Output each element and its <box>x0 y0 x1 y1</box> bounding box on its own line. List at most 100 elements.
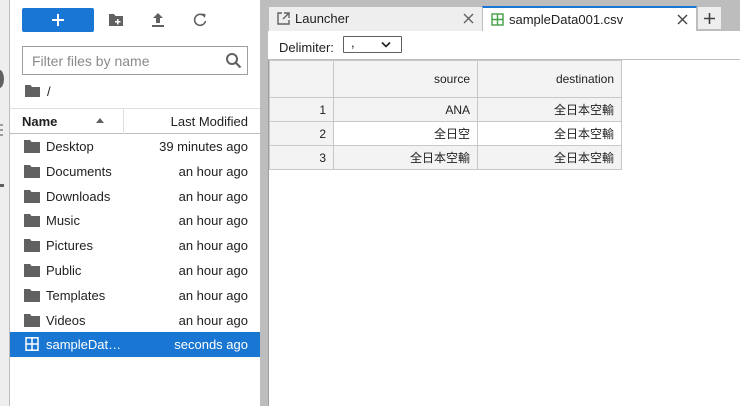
file-browser-panel: / Name Last Modified Desktop 39 minutes a… <box>10 0 260 406</box>
corner-header-cell[interactable] <box>269 60 334 98</box>
table-cell[interactable]: 全日空 <box>333 121 478 146</box>
row-header-cell[interactable]: 1 <box>269 97 334 122</box>
file-list-item[interactable]: Documents an hour ago <box>10 159 260 184</box>
file-modified: an hour ago <box>178 188 248 204</box>
table-cell[interactable]: 全日本空輸 <box>477 145 622 170</box>
file-name: Desktop <box>46 139 94 154</box>
file-name: Documents <box>46 163 112 179</box>
refresh-icon <box>193 13 207 27</box>
main-dock-area: Launcher sampleData001.csv Delimiter: , <box>268 0 740 406</box>
table-cell[interactable]: ANA <box>333 97 478 122</box>
tab-sampledata-csv[interactable]: sampleData001.csv <box>482 6 697 32</box>
tab-launcher[interactable]: Launcher <box>268 6 483 31</box>
file-modified: 39 minutes ago <box>159 139 248 154</box>
extension-icon[interactable] <box>0 184 4 187</box>
file-list-item[interactable]: Desktop 39 minutes ago <box>10 134 260 159</box>
table-row: 1 ANA 全日本空輸 <box>269 97 622 122</box>
delimiter-value: , <box>351 35 355 50</box>
file-modified: an hour ago <box>178 312 248 328</box>
file-list-item[interactable]: sampleDat… seconds ago <box>10 332 260 358</box>
file-name: Videos <box>46 312 86 328</box>
header-row: source destination <box>269 60 622 98</box>
file-list: Desktop 39 minutes ago Documents an hour ag… <box>10 134 260 358</box>
file-list-item[interactable]: Videos an hour ago <box>10 308 260 333</box>
file-filter-input[interactable] <box>32 52 222 70</box>
activity-bar-tick <box>0 134 3 136</box>
refresh-button[interactable] <box>190 10 210 30</box>
activity-bar-tick <box>0 129 3 131</box>
row-header-cell[interactable]: 2 <box>269 121 334 146</box>
launcher-icon <box>277 12 290 25</box>
file-name: Templates <box>46 287 106 303</box>
breadcrumb: / <box>25 82 51 100</box>
running-sessions-icon[interactable] <box>0 70 4 88</box>
new-folder-button[interactable] <box>106 10 126 30</box>
file-list-item[interactable]: Templates an hour ago <box>10 283 260 308</box>
csv-grid: source destination 1 ANA 全日本空輸 2 全日空 全日本空輸 3 全日… <box>268 60 740 406</box>
folder-icon <box>24 214 40 228</box>
file-name: Music <box>46 213 80 229</box>
folder-icon <box>24 189 40 203</box>
new-folder-icon <box>109 14 123 26</box>
upload-button[interactable] <box>148 10 168 30</box>
file-list-item[interactable]: Public an hour ago <box>10 258 260 283</box>
file-list-item[interactable]: Music an hour ago <box>10 208 260 233</box>
search-icon <box>226 53 242 69</box>
activity-bar-tick <box>0 124 3 126</box>
column-header-last-modified[interactable]: Last Modified <box>171 114 248 129</box>
column-header-name[interactable]: Name <box>22 114 57 129</box>
column-divider <box>123 109 124 134</box>
file-modified: an hour ago <box>178 262 248 278</box>
file-filter-field <box>22 46 248 75</box>
csv-table: source destination 1 ANA 全日本空輸 2 全日空 全日本空輸 3 全日… <box>269 60 622 170</box>
delimiter-label: Delimiter: <box>279 40 334 55</box>
column-header-destination[interactable]: destination <box>477 60 622 98</box>
folder-icon <box>24 239 40 253</box>
file-modified: an hour ago <box>178 238 248 254</box>
file-name: Pictures <box>46 238 93 254</box>
file-modified: an hour ago <box>178 163 248 179</box>
activity-bar <box>0 0 10 406</box>
tab-label: Launcher <box>295 11 350 26</box>
breadcrumb-root[interactable]: / <box>47 84 51 99</box>
file-modified: an hour ago <box>178 213 248 229</box>
table-cell[interactable]: 全日本空輸 <box>333 145 478 170</box>
delimiter-select[interactable]: , <box>343 35 402 53</box>
tab-label: sampleData001.csv <box>509 12 624 27</box>
folder-icon <box>24 288 40 302</box>
file-name: Downloads <box>46 188 111 204</box>
file-modified: an hour ago <box>178 287 248 303</box>
folder-icon <box>24 164 40 178</box>
file-name: Public <box>46 262 82 278</box>
table-row: 2 全日空 全日本空輸 <box>269 121 622 146</box>
sort-ascending-icon <box>96 118 104 123</box>
row-header-cell[interactable]: 3 <box>269 145 334 170</box>
close-icon[interactable] <box>677 14 688 25</box>
table-cell[interactable]: 全日本空輸 <box>477 97 622 122</box>
file-list-item[interactable]: Pictures an hour ago <box>10 233 260 258</box>
upload-icon <box>152 13 164 27</box>
plus-icon <box>52 14 64 26</box>
new-launcher-button[interactable] <box>22 8 94 32</box>
table-cell[interactable]: 全日本空輸 <box>477 121 622 146</box>
jupyterlab-window: / Name Last Modified Desktop 39 minutes a… <box>0 0 740 406</box>
close-icon[interactable] <box>463 13 474 24</box>
file-browser-toolbar <box>10 0 260 40</box>
spreadsheet-icon <box>491 13 504 26</box>
home-folder-icon[interactable] <box>25 85 40 97</box>
column-header-source[interactable]: source <box>333 60 478 98</box>
tab-bar: Launcher sampleData001.csv <box>268 0 740 32</box>
table-row: 3 全日本空輸 全日本空輸 <box>269 145 622 170</box>
folder-icon <box>24 140 40 153</box>
spreadsheet-icon <box>25 337 39 352</box>
csv-toolbar: Delimiter: , <box>268 31 740 60</box>
panel-splitter[interactable] <box>260 0 268 406</box>
chevron-down-icon <box>381 41 391 48</box>
file-name: sampleDat… <box>46 337 122 353</box>
folder-icon <box>24 313 40 327</box>
add-tab-button[interactable] <box>697 6 722 30</box>
file-list-item[interactable]: Downloads an hour ago <box>10 184 260 209</box>
file-list-header: Name Last Modified <box>10 108 260 134</box>
file-modified: seconds ago <box>174 337 248 353</box>
folder-icon <box>24 263 40 277</box>
